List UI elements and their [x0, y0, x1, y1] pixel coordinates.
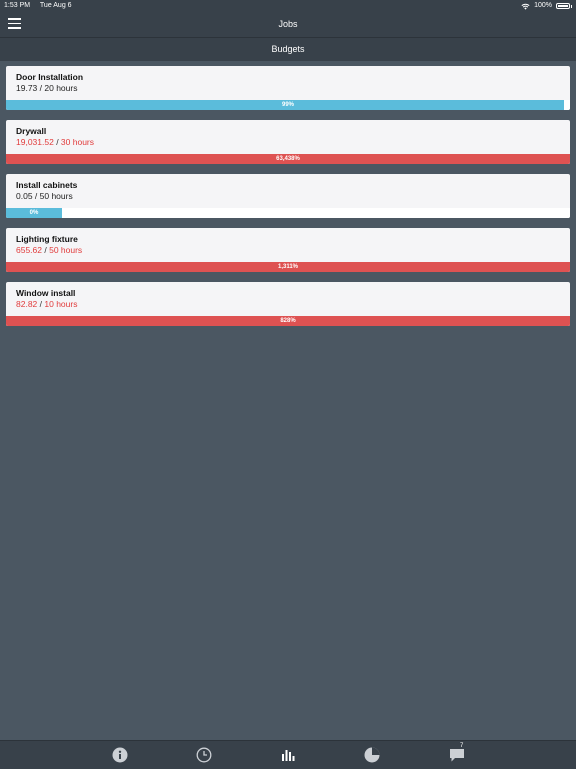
- pie-chart-icon: [364, 747, 380, 763]
- budget-list: Door Installation 19.73 / 20 hours 99% D…: [6, 66, 570, 336]
- tab-timesheet[interactable]: [196, 747, 212, 763]
- tab-messages[interactable]: 7: [449, 743, 465, 763]
- hours-used: 19,031.52: [16, 137, 54, 147]
- job-name: Lighting fixture: [16, 234, 78, 244]
- progress-track: 63,438%: [6, 154, 570, 164]
- job-card[interactable]: Door Installation 19.73 / 20 hours 99%: [6, 66, 570, 110]
- job-card[interactable]: Drywall 19,031.52 / 30 hours 63,438%: [6, 120, 570, 164]
- progress-track: 1,311%: [6, 262, 570, 272]
- battery-icon: [556, 3, 570, 9]
- tab-reports[interactable]: [364, 747, 380, 763]
- info-icon: [112, 747, 128, 763]
- progress-track: 828%: [6, 316, 570, 326]
- battery-percent: 100%: [534, 2, 552, 9]
- wifi-icon: [521, 3, 530, 10]
- progress-label: 828%: [280, 318, 296, 324]
- status-bar: 1:53 PM Tue Aug 6 100%: [0, 0, 576, 12]
- job-hours: 655.62 / 50 hours: [16, 245, 83, 255]
- job-card[interactable]: Lighting fixture 655.62 / 50 hours 1,311…: [6, 228, 570, 272]
- hours-used: 655.62: [16, 245, 42, 255]
- hours-used: 19.73: [16, 83, 38, 93]
- progress-track: 99%: [6, 100, 570, 110]
- hours-used: 82.82: [16, 299, 38, 309]
- job-name: Install cabinets: [16, 180, 78, 190]
- hours-budget: 50 hours: [39, 191, 73, 201]
- job-hours: 82.82 / 10 hours: [16, 299, 78, 309]
- job-hours: 19,031.52 / 30 hours: [16, 137, 95, 147]
- progress-label: 99%: [281, 102, 294, 108]
- job-card[interactable]: Window install 82.82 / 10 hours 828%: [6, 282, 570, 326]
- hours-budget: 30 hours: [60, 137, 95, 147]
- tab-budgets[interactable]: [280, 747, 296, 763]
- job-name: Window install: [16, 288, 76, 298]
- page-title: Jobs: [278, 19, 298, 29]
- battery-tip: [571, 4, 572, 8]
- progress-label: 1,311%: [277, 264, 299, 270]
- job-hours: 19.73 / 20 hours: [16, 83, 78, 93]
- job-hours: 0.05 / 50 hours: [16, 191, 73, 201]
- clock-icon: [196, 747, 212, 763]
- chat-icon: [450, 749, 464, 762]
- hours-budget: 50 hours: [49, 245, 83, 255]
- progress-label: 0%: [29, 210, 39, 216]
- progress-label: 63,438%: [276, 156, 300, 162]
- hours-budget: 10 hours: [44, 299, 78, 309]
- status-time: 1:53 PM: [4, 2, 31, 9]
- bar-chart-icon: [282, 750, 295, 761]
- section-header: Budgets: [0, 38, 576, 61]
- progress-track: 0%: [6, 208, 570, 218]
- hours-used: 0.05: [16, 191, 33, 201]
- tab-info[interactable]: [112, 747, 128, 763]
- message-count-badge: 7: [460, 743, 464, 749]
- section-title: Budgets: [271, 44, 305, 54]
- navigation-bar: Jobs: [0, 12, 576, 38]
- tab-bar: 7: [0, 740, 576, 769]
- job-card[interactable]: Install cabinets 0.05 / 50 hours 0%: [6, 174, 570, 218]
- job-name: Door Installation: [16, 72, 84, 82]
- hours-budget: 20 hours: [44, 83, 78, 93]
- job-name: Drywall: [16, 126, 47, 136]
- status-date: Tue Aug 6: [39, 2, 72, 9]
